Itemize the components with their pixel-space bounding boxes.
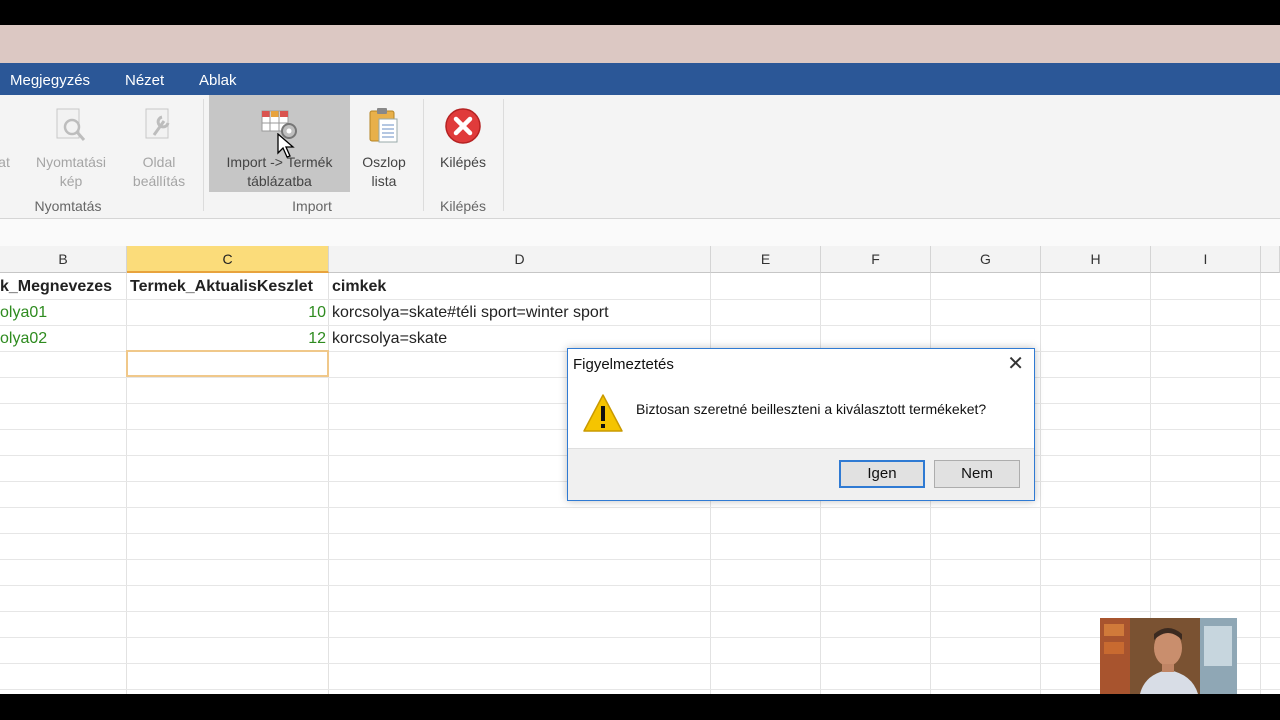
ribbon-separator (203, 99, 204, 211)
menu-megjegyzes[interactable]: Megjegyzés (10, 63, 90, 95)
dialog-message: Biztosan szeretné beilleszteni a kiválas… (636, 401, 987, 417)
page-setup-label-1: Oldal (142, 154, 176, 170)
bottom-letterbox (0, 694, 1280, 720)
import-product-table-button[interactable]: Import -> Termék táblázatba (209, 95, 350, 192)
column-header-e[interactable]: E (711, 246, 821, 273)
close-circle-icon (444, 107, 482, 150)
webcam-overlay (1100, 618, 1237, 694)
dialog-body: Biztosan szeretné beilleszteni a kiválas… (568, 380, 1034, 449)
yes-button[interactable]: Igen (839, 460, 925, 488)
group-label-exit: Kilépés (440, 198, 486, 214)
print-preview-label-1: Nyomtatási (35, 154, 107, 170)
grid-line (0, 611, 1280, 612)
grid-line (0, 533, 1280, 534)
no-button[interactable]: Nem (934, 460, 1020, 488)
warning-triangle-icon (582, 393, 624, 438)
grid-line (1040, 273, 1041, 694)
grid-line (0, 507, 1280, 508)
group-label-print: Nyomtatás (34, 198, 102, 214)
exit-button-label: Kilépés (440, 154, 486, 170)
column-header-f[interactable]: F (821, 246, 931, 273)
grid-line (1260, 273, 1261, 694)
window-titlebar (0, 25, 1280, 63)
grid-line (328, 273, 329, 694)
menu-nezet[interactable]: Nézet (125, 63, 164, 95)
mouse-cursor-icon (277, 132, 295, 164)
dialog-titlebar[interactable]: Figyelmeztetés ✕ (568, 349, 1034, 380)
clipboard-icon (367, 107, 401, 150)
exit-button[interactable]: Kilépés (432, 95, 494, 195)
cell-d2[interactable]: korcsolya=skate#téli sport=winter sport (332, 300, 708, 326)
dialog-title: Figyelmeztetés (573, 356, 674, 373)
page-setup-label-2: beállítás (132, 173, 186, 189)
grid-line (0, 585, 1280, 586)
ribbon-separator (503, 99, 504, 211)
column-list-button[interactable]: Oszlop lista (356, 95, 412, 195)
grid-line (0, 637, 1280, 638)
cell-c1[interactable]: Termek_AktualisKeszlet (130, 274, 326, 300)
column-header-i[interactable]: I (1151, 246, 1261, 273)
column-list-label-2: lista (371, 173, 397, 189)
grid-line (0, 663, 1280, 664)
print-preview-label-2: kép (59, 173, 83, 189)
import-product-label-2: táblázatba (247, 173, 312, 189)
webcam-person-image (1100, 618, 1237, 694)
group-label-import: Import (292, 198, 332, 214)
ribbon-separator (423, 99, 424, 211)
column-header-d[interactable]: D (329, 246, 711, 273)
column-header-g[interactable]: G (931, 246, 1041, 273)
magnifier-page-icon (54, 107, 88, 148)
print-preview-button[interactable]: Nyomtatási kép (28, 95, 114, 195)
wrench-page-icon (142, 107, 176, 148)
page-setup-button[interactable]: Oldal beállítás (126, 95, 192, 195)
formula-area-gap (0, 219, 1280, 246)
top-letterbox (0, 0, 1280, 25)
ribbon-partial-button[interactable]: at (0, 95, 14, 195)
column-header-b[interactable]: B (0, 246, 127, 273)
partial-button-label: at (0, 154, 10, 170)
cell-d1[interactable]: cimkek (332, 274, 702, 300)
cell-c3[interactable]: 12 (130, 326, 326, 352)
cell-b2[interactable]: olya01 (0, 300, 124, 326)
column-header-h[interactable]: H (1041, 246, 1151, 273)
grid-line (0, 559, 1280, 560)
cell-b3[interactable]: olya02 (0, 326, 124, 352)
warning-dialog: Figyelmeztetés ✕ Biztosan szeretné beill… (567, 348, 1035, 501)
column-header-partial[interactable] (1261, 246, 1280, 273)
cell-c2[interactable]: 10 (130, 300, 326, 326)
cell-b1[interactable]: k_Megnevezes (0, 274, 124, 300)
menu-ablak[interactable]: Ablak (199, 63, 237, 95)
close-icon[interactable]: ✕ (1007, 354, 1024, 374)
column-header-c[interactable]: C (127, 246, 329, 273)
ribbon: at Nyomtatási kép Oldal beállítás Nyomta… (0, 95, 1280, 219)
menu-bar: Megjegyzés Nézet Ablak (0, 63, 1280, 95)
grid-line (0, 689, 1280, 690)
selected-cell-c4[interactable] (126, 350, 329, 377)
column-list-label-1: Oszlop (362, 154, 406, 170)
grid-line (126, 273, 127, 694)
